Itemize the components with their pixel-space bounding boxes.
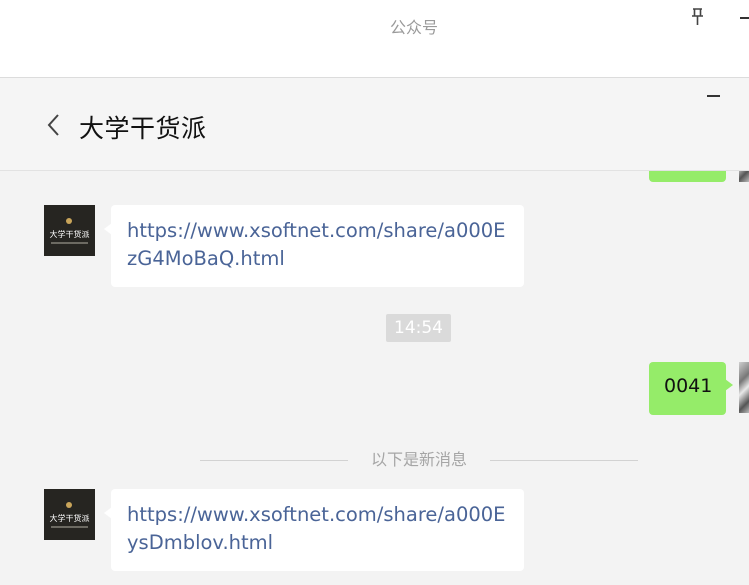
link-message[interactable]: https://www.xsoftnet.com/share/a000EysDm… <box>104 489 524 571</box>
divider-line-right <box>490 460 638 461</box>
message-list[interactable]: 大学干货派 https://www.xsoftnet.com/share/a00… <box>0 171 749 585</box>
self-avatar[interactable] <box>739 362 749 413</box>
chat-header: 大学干货派 <box>0 78 749 171</box>
message-bubble-self-previous[interactable] <box>649 171 726 182</box>
message-text: 0041 <box>664 375 713 397</box>
outer-minimize-button[interactable] <box>736 4 749 28</box>
link-message[interactable]: https://www.xsoftnet.com/share/a000EzG4M… <box>104 205 524 287</box>
back-button[interactable] <box>40 111 68 139</box>
new-messages-divider: 以下是新消息 <box>370 450 467 469</box>
chat-title: 大学干货派 <box>79 114 207 143</box>
outer-window-title: 公众号 <box>389 18 438 37</box>
avatar[interactable]: 大学干货派 <box>44 489 95 540</box>
timestamp: 14:54 <box>386 314 451 342</box>
pin-icon[interactable] <box>688 6 708 28</box>
message-bubble-self[interactable]: 0041 <box>649 362 733 415</box>
avatar[interactable]: 大学干货派 <box>44 205 95 256</box>
self-avatar[interactable] <box>739 171 749 182</box>
outer-title-bar: 公众号 <box>0 0 749 78</box>
link-text[interactable]: https://www.xsoftnet.com/share/a000EzG4M… <box>127 219 505 270</box>
chevron-left-icon <box>47 114 59 136</box>
divider-line-left <box>200 460 348 461</box>
minimize-button[interactable] <box>700 86 726 106</box>
link-text[interactable]: https://www.xsoftnet.com/share/a000EysDm… <box>127 503 505 554</box>
